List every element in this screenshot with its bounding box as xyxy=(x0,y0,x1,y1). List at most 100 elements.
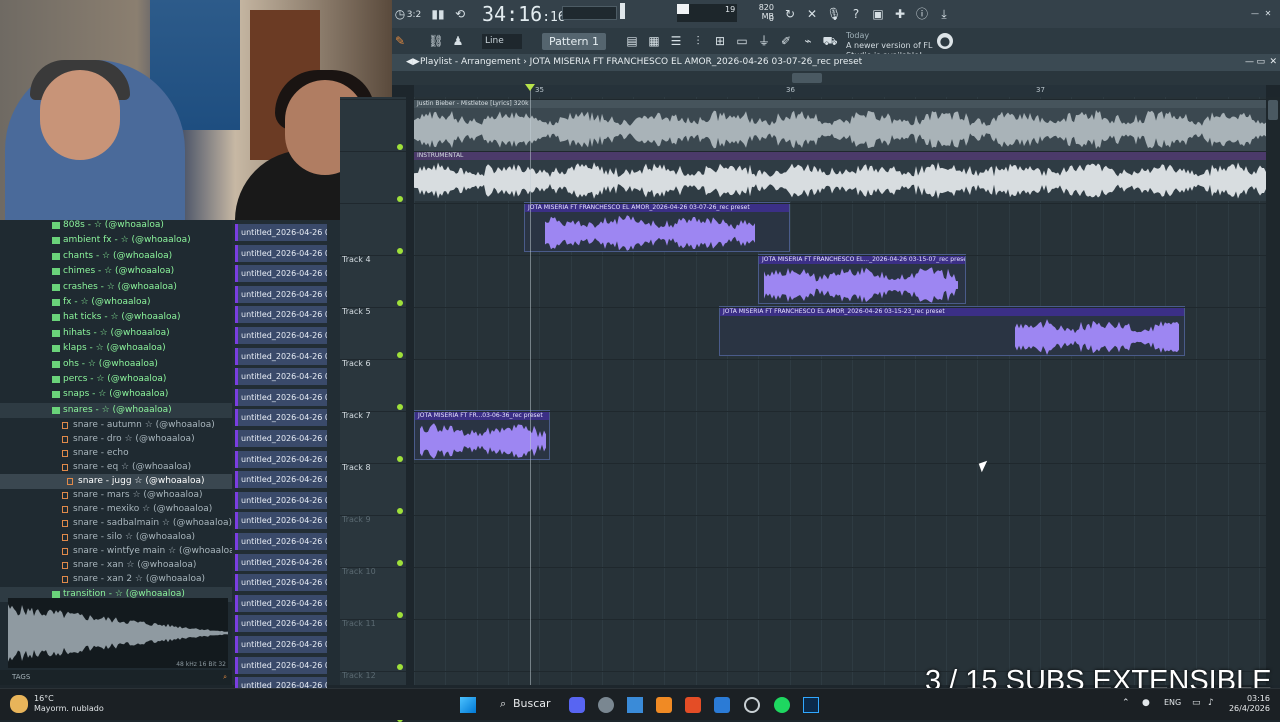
browser-folder[interactable]: snares - ☆ (@whoaaloa) xyxy=(0,402,232,418)
track-led-icon[interactable] xyxy=(397,352,403,358)
taskbar-search[interactable]: Buscar xyxy=(513,697,551,710)
bars-icon[interactable]: ▮▮ xyxy=(430,6,446,22)
brave-icon[interactable] xyxy=(685,697,701,713)
info-icon[interactable]: ⓘ xyxy=(914,6,930,22)
mixer-icon[interactable]: ✕ xyxy=(804,6,820,22)
track-label[interactable]: Track 9 xyxy=(342,515,371,524)
arrangement-grid[interactable]: Justin Bieber - Mistletoe [Lyrics] 320k … xyxy=(414,97,1266,685)
browser-folder[interactable]: ambient fx - ☆ (@whoaaloa) xyxy=(0,233,232,248)
recording-item[interactable]: untitled_2026-04-26 01-... xyxy=(235,430,327,447)
recording-item[interactable]: untitled_2026-04-26 01-... xyxy=(235,512,327,530)
recording-item[interactable]: untitled_2026-04-26 01-... xyxy=(235,409,327,427)
recording-item[interactable]: untitled_2026-04-26 01-... xyxy=(235,224,327,241)
browser-folder[interactable]: klaps - ☆ (@whoaaloa) xyxy=(0,341,232,356)
settings-icon[interactable] xyxy=(598,697,614,713)
mixer-view-icon[interactable]: ⫶ xyxy=(690,33,706,49)
browser-file[interactable]: snare - xan ☆ (@whoaaloa) xyxy=(0,558,232,573)
browser-folder[interactable]: fx - ☆ (@whoaaloa) xyxy=(0,295,232,310)
recording-item[interactable]: untitled_2026-04-26 01-... xyxy=(235,306,327,324)
track-label[interactable]: Track 7 xyxy=(342,411,371,420)
browser-folder[interactable]: crashes - ☆ (@whoaaloa) xyxy=(0,280,232,295)
vertical-scroll-thumb[interactable] xyxy=(1268,100,1278,120)
browser-file[interactable]: snare - mexiko ☆ (@whoaaloa) xyxy=(0,502,232,517)
track-led-icon[interactable] xyxy=(397,612,403,618)
recording-item[interactable]: untitled_2026-04-26 01-... xyxy=(235,533,327,550)
browser-folder[interactable]: chimes - ☆ (@whoaaloa) xyxy=(0,264,232,279)
track-label[interactable]: Track 5 xyxy=(342,307,371,316)
browser-file[interactable]: snare - autumn ☆ (@whoaaloa) xyxy=(0,418,232,433)
plug-icon[interactable]: ⏚ xyxy=(756,33,772,49)
recording-item[interactable]: untitled_2026-04-26 01-... xyxy=(235,285,327,303)
master-pitch-slider[interactable] xyxy=(562,6,617,20)
help-icon[interactable]: ? xyxy=(848,6,864,22)
tray-chevron-icon[interactable]: ⌃ xyxy=(1122,698,1130,708)
brush-icon[interactable]: ✐ xyxy=(778,33,794,49)
save-icon[interactable]: ▣ xyxy=(870,6,886,22)
scroll-thumb[interactable] xyxy=(792,73,822,83)
reload-icon[interactable]: ↻ xyxy=(782,6,798,22)
pattern-selector[interactable]: Pattern 1 xyxy=(542,33,606,50)
fl-studio-icon[interactable] xyxy=(656,697,672,713)
song-position[interactable]: 34:16:16 xyxy=(482,2,566,26)
plugin-icon[interactable]: ✚ xyxy=(892,6,908,22)
horizontal-scroll[interactable] xyxy=(392,71,1280,85)
browser-icon[interactable]: ▭ xyxy=(734,33,750,49)
cart-icon[interactable]: ⛟ xyxy=(822,33,838,49)
audio-clip-2[interactable]: JOTA MISERIA FT FRANCHESCO EL..._2026-04… xyxy=(758,254,966,304)
export-icon[interactable]: ⤓ xyxy=(936,6,952,22)
track-label[interactable]: Track 12 xyxy=(342,671,376,680)
track-label[interactable]: Track 10 xyxy=(342,567,376,576)
track-led-icon[interactable] xyxy=(397,248,403,254)
recording-item[interactable]: untitled_2026-04-26 01-... xyxy=(235,388,327,406)
playhead[interactable] xyxy=(530,85,531,685)
browser-file[interactable]: snare - jugg ☆ (@whoaaloa) xyxy=(0,474,232,490)
audio-clip-3[interactable]: JOTA MISERIA FT FRANCHESCO EL AMOR_2026-… xyxy=(719,306,1185,356)
track-led-icon[interactable] xyxy=(397,456,403,462)
weather-widget[interactable]: 16°C Mayorm. nublado xyxy=(34,694,104,714)
app-icon[interactable] xyxy=(714,697,730,713)
photoshop-icon[interactable] xyxy=(803,697,819,713)
draw-icon[interactable]: ✎ xyxy=(392,33,408,49)
channel-rack-icon[interactable]: ☰ xyxy=(668,33,684,49)
recording-item[interactable]: untitled_2026-04-26 01-... xyxy=(235,471,327,489)
mic-icon[interactable]: 🎙 xyxy=(826,6,842,22)
track-led-icon[interactable] xyxy=(397,560,403,566)
track-led-icon[interactable] xyxy=(397,508,403,514)
playlist-icon[interactable]: ▤ xyxy=(624,33,640,49)
track-led-icon[interactable] xyxy=(397,144,403,150)
display-icon[interactable]: ▭ xyxy=(1192,698,1201,708)
playlist-maximize-icon[interactable]: ▭ xyxy=(1256,54,1265,71)
recording-item[interactable]: untitled_2026-04-26 01-... xyxy=(235,656,327,674)
piano-roll-icon[interactable]: ▦ xyxy=(646,33,662,49)
recording-item[interactable]: untitled_2026-04-26 01-... xyxy=(235,244,327,262)
browser-folder[interactable]: hat ticks - ☆ (@whoaaloa) xyxy=(0,310,232,325)
browser-file[interactable]: snare - dro ☆ (@whoaaloa) xyxy=(0,432,232,447)
spotify-icon[interactable] xyxy=(774,697,790,713)
recording-item[interactable]: untitled_2026-04-26 01-... xyxy=(235,594,327,612)
playlist-minimize-icon[interactable]: — xyxy=(1245,54,1254,71)
vertical-scrollbar[interactable] xyxy=(1266,97,1280,685)
browser-file[interactable]: snare - eq ☆ (@whoaaloa) xyxy=(0,460,232,475)
recording-item[interactable]: untitled_2026-04-26 01-... xyxy=(235,347,327,365)
browser-file[interactable]: snare - wintfye main ☆ (@whoaaloa) xyxy=(0,544,238,559)
browser-file[interactable]: snare - mars ☆ (@whoaaloa) xyxy=(0,488,232,503)
search-icon[interactable]: ⌕ xyxy=(500,697,506,711)
browser-file[interactable]: snare - xan 2 ☆ (@whoaaloa) xyxy=(0,572,232,587)
mic-tray-icon[interactable]: ● xyxy=(1142,698,1150,708)
close-app-icon[interactable]: ✕ xyxy=(1260,6,1276,22)
volume-icon[interactable]: ♪ xyxy=(1208,698,1214,708)
language-indicator[interactable]: ENG xyxy=(1164,698,1181,707)
recording-item[interactable]: untitled_2026-04-26 01-... xyxy=(235,491,327,509)
start-icon[interactable] xyxy=(460,697,476,713)
browser-folder[interactable]: percs - ☆ (@whoaaloa) xyxy=(0,372,232,387)
browser-folder[interactable]: hihats - ☆ (@whoaaloa) xyxy=(0,326,232,341)
tags-bar[interactable]: TAGS ⌕ xyxy=(0,670,232,685)
recording-item[interactable]: untitled_2026-04-26 01-... xyxy=(235,368,327,386)
browser-folder[interactable]: ohs - ☆ (@whoaaloa) xyxy=(0,357,232,372)
recording-item[interactable]: untitled_2026-04-26 01-... xyxy=(235,450,327,468)
track-led-icon[interactable] xyxy=(397,664,403,670)
recording-item[interactable]: untitled_2026-04-26 01-... xyxy=(235,636,327,653)
discord-icon[interactable] xyxy=(569,697,585,713)
recording-item[interactable]: untitled_2026-04-26 01-... xyxy=(235,327,327,344)
fl-news-icon[interactable]: ● xyxy=(937,33,953,49)
